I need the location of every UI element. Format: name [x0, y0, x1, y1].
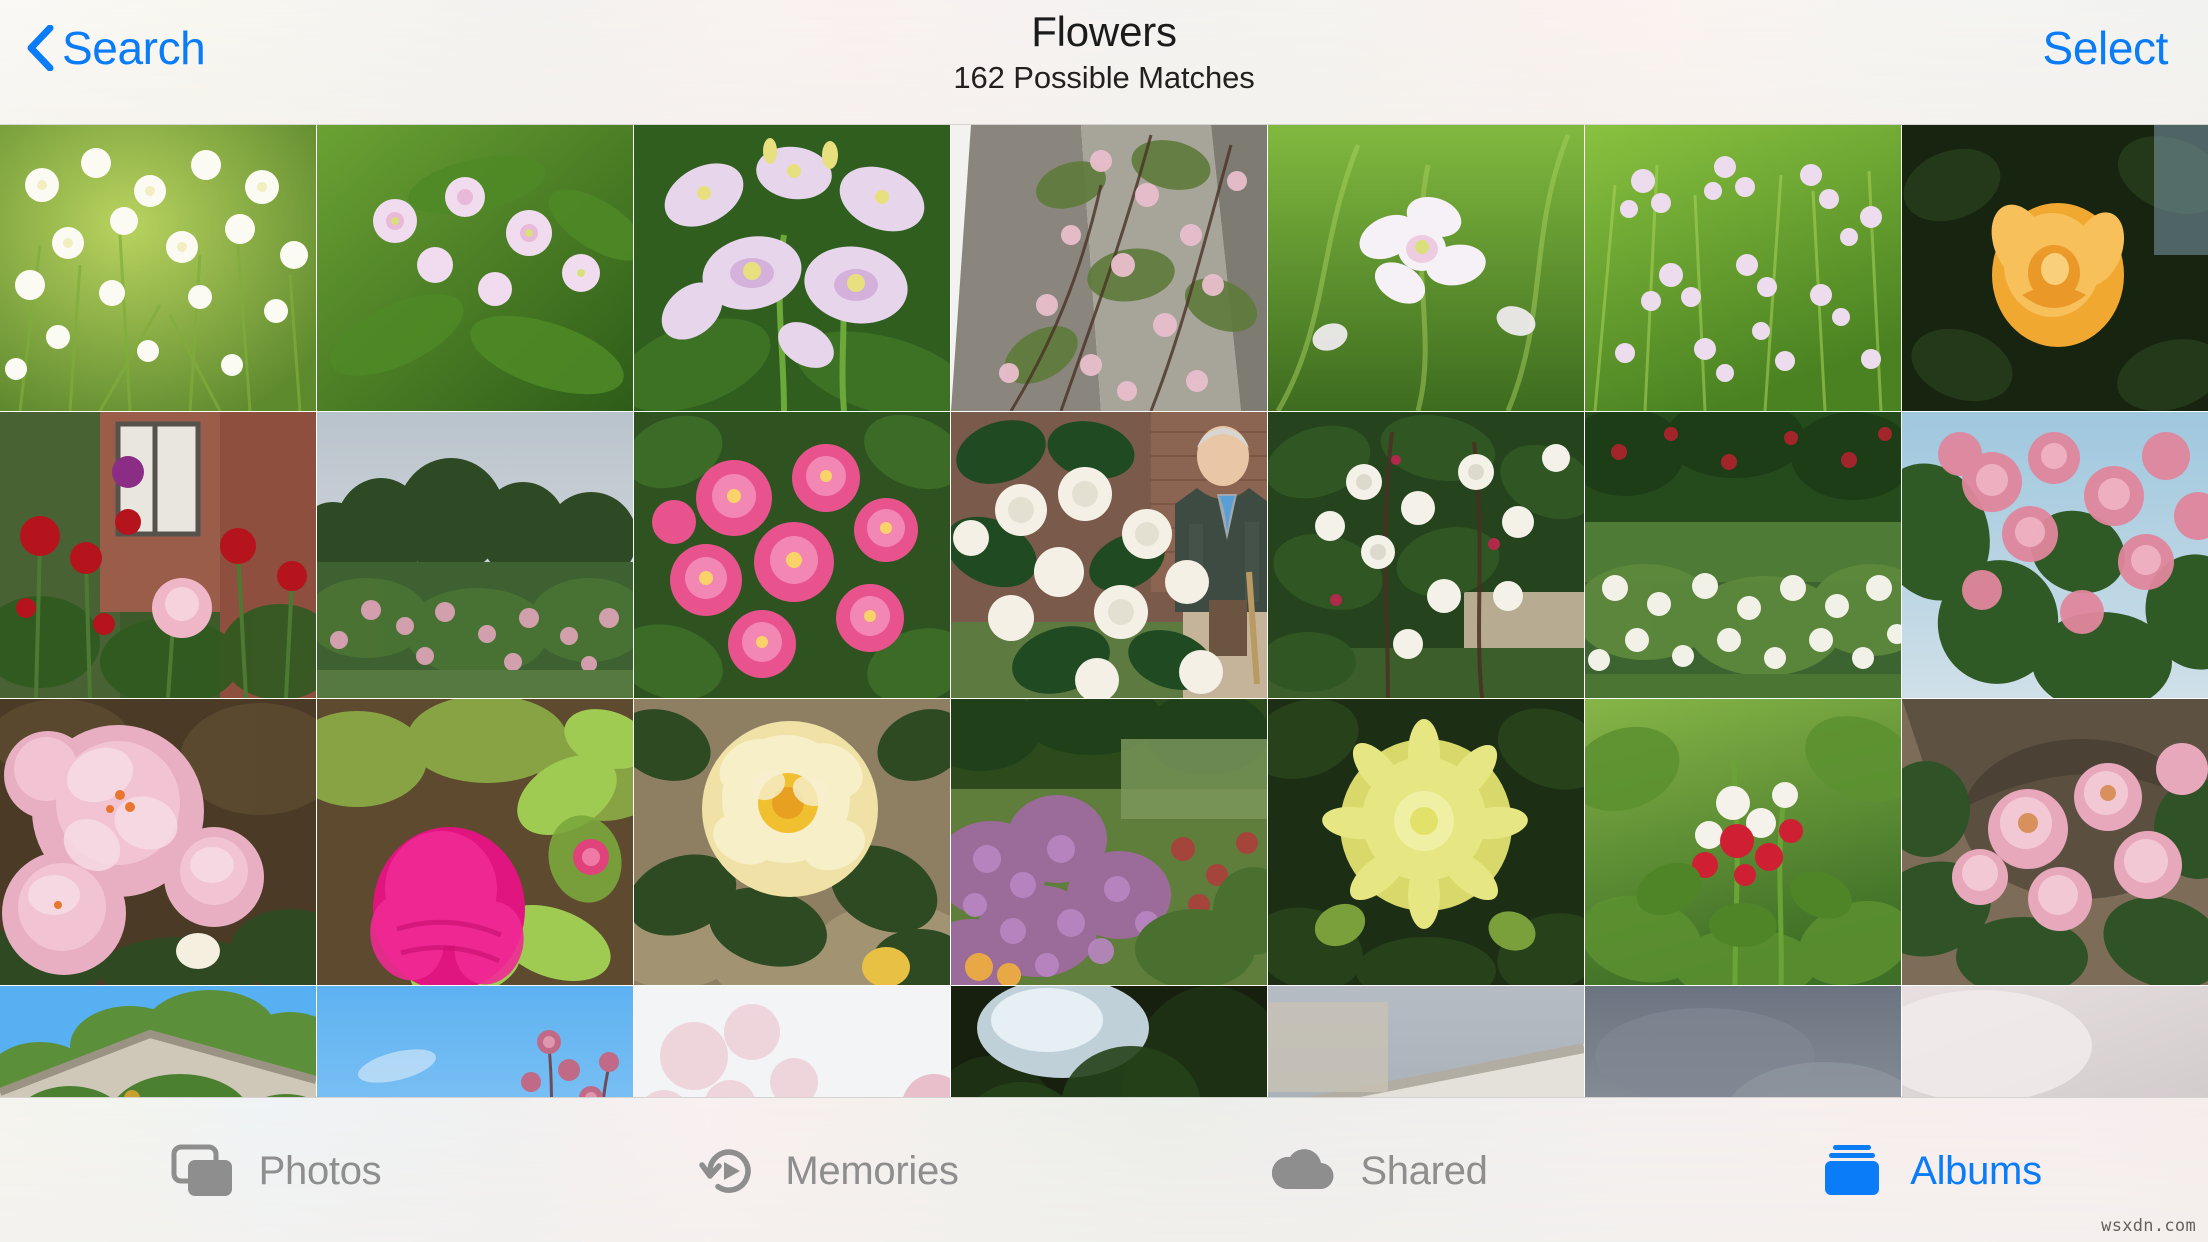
- photo-thumbnail[interactable]: [634, 412, 950, 698]
- photo-thumbnail[interactable]: [634, 699, 950, 985]
- photo-thumbnail[interactable]: [1585, 412, 1901, 698]
- watermark: wsxdn.com: [2101, 1216, 2196, 1236]
- tab-photos-label: Photos: [258, 1148, 382, 1193]
- photo-thumbnail[interactable]: [1585, 986, 1901, 1097]
- title-block: Flowers 162 Possible Matches: [0, 8, 2208, 96]
- photo-image: [951, 412, 1267, 698]
- photo-thumbnail[interactable]: [317, 412, 633, 698]
- photo-thumbnail[interactable]: [1585, 125, 1901, 411]
- photo-grid[interactable]: [0, 125, 2208, 1097]
- photo-thumbnail[interactable]: [317, 699, 633, 985]
- photo-image: [1268, 986, 1584, 1097]
- page-subtitle: 162 Possible Matches: [953, 60, 1255, 96]
- photo-image: [1585, 699, 1901, 985]
- photo-image: [1585, 125, 1901, 411]
- photo-thumbnail[interactable]: [951, 412, 1267, 698]
- photo-image: [0, 125, 316, 411]
- back-button-label: Search: [62, 22, 206, 74]
- tab-shared[interactable]: Shared: [1104, 1098, 1656, 1242]
- photo-image: [317, 699, 633, 985]
- photo-image: [0, 699, 316, 985]
- page-title: Flowers: [1031, 8, 1177, 55]
- photo-image: [951, 986, 1267, 1097]
- back-button[interactable]: Search: [26, 16, 206, 80]
- navigation-bar: Search Flowers 162 Possible Matches Sele…: [0, 0, 2208, 125]
- photo-thumbnail[interactable]: [0, 412, 316, 698]
- photo-thumbnail[interactable]: [1902, 986, 2208, 1097]
- photo-image: [0, 412, 316, 698]
- memories-replay-icon: [699, 1148, 752, 1193]
- albums-stack-icon: [1825, 1144, 1880, 1195]
- photo-thumbnail[interactable]: [951, 986, 1267, 1097]
- photo-image: [1585, 986, 1901, 1097]
- photo-image: [634, 412, 950, 698]
- photo-thumbnail[interactable]: [1268, 125, 1584, 411]
- photo-thumbnail[interactable]: [951, 699, 1267, 985]
- photo-thumbnail[interactable]: [1902, 699, 2208, 985]
- tab-memories[interactable]: Memories: [552, 1098, 1104, 1242]
- photo-thumbnail[interactable]: [1902, 412, 2208, 698]
- photo-thumbnail[interactable]: [951, 125, 1267, 411]
- photo-image: [1268, 412, 1584, 698]
- photo-image: [317, 986, 633, 1097]
- photo-thumbnail[interactable]: [1268, 412, 1584, 698]
- photo-thumbnail[interactable]: [634, 986, 950, 1097]
- photo-image: [317, 125, 633, 411]
- cloud-icon: [1272, 1148, 1334, 1189]
- photo-image: [951, 125, 1267, 411]
- photo-thumbnail[interactable]: [317, 986, 633, 1097]
- photo-thumbnail[interactable]: [0, 125, 316, 411]
- photo-image: [1902, 412, 2208, 698]
- photo-image: [0, 986, 316, 1097]
- tab-bar: Photos Memories Shared Albums: [0, 1097, 2208, 1242]
- photo-image: [1902, 986, 2208, 1097]
- photo-image: [1902, 699, 2208, 985]
- photo-image: [951, 699, 1267, 985]
- tab-memories-label: Memories: [785, 1148, 959, 1193]
- select-button[interactable]: Select: [2042, 16, 2169, 80]
- photo-image: [634, 699, 950, 985]
- photo-image: [634, 986, 950, 1097]
- photo-image: [1585, 412, 1901, 698]
- photo-image: [1268, 699, 1584, 985]
- chevron-left-icon: [27, 25, 54, 71]
- tab-shared-label: Shared: [1360, 1148, 1488, 1193]
- photos-app-screen: Search Flowers 162 Possible Matches Sele…: [0, 0, 2208, 1242]
- photo-thumbnail[interactable]: [317, 125, 633, 411]
- photo-image: [1268, 125, 1584, 411]
- select-button-label: Select: [2042, 22, 2169, 74]
- photo-thumbnail[interactable]: [1268, 699, 1584, 985]
- photo-thumbnail[interactable]: [1902, 125, 2208, 411]
- photo-image: [1902, 125, 2208, 411]
- photos-stack-icon: [171, 1144, 232, 1196]
- photo-image: [317, 412, 633, 698]
- photo-thumbnail[interactable]: [1585, 699, 1901, 985]
- photo-image: [634, 125, 950, 411]
- photo-thumbnail[interactable]: [0, 699, 316, 985]
- tab-albums-label: Albums: [1910, 1148, 2042, 1193]
- photo-thumbnail[interactable]: [1268, 986, 1584, 1097]
- tab-photos[interactable]: Photos: [0, 1098, 552, 1242]
- photo-thumbnail[interactable]: [0, 986, 316, 1097]
- photo-thumbnail[interactable]: [634, 125, 950, 411]
